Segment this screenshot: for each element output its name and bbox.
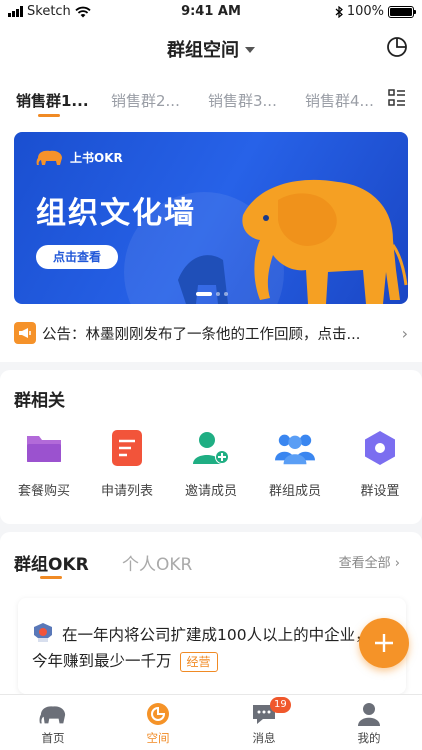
culture-wall-banner[interactable]: 上书OKR 组织文化墙 点击查看 [14, 132, 408, 304]
banner-brand: 上书OKR [36, 148, 123, 166]
okr-objective-item[interactable]: 在一年内将公司扩建成100人以上的中企业，在今年赚到最少一千万 经营 [18, 598, 406, 694]
tab-profile[interactable]: 我的 [339, 701, 399, 746]
tab-group-1[interactable]: 销售群1... [16, 90, 89, 111]
tab-label: 空间 [146, 731, 170, 745]
tab-group-okr[interactable]: 群组OKR [14, 550, 89, 575]
action-label: 群设置 [360, 484, 400, 499]
caret-down-icon [245, 47, 255, 53]
tab-label: 我的 [357, 731, 381, 745]
battery-percent: 100% [346, 4, 384, 19]
action-group-members[interactable]: 群组成员 [255, 428, 335, 499]
tab-home[interactable]: 首页 [23, 701, 83, 746]
bottom-tab-bar: 首页 空间 19 消息 我的 [0, 694, 422, 750]
tab-label: 消息 [252, 731, 276, 745]
action-group-settings[interactable]: 群设置 [340, 428, 420, 499]
pie-chart-icon[interactable] [386, 36, 408, 58]
group-related-card: 群相关 套餐购买 申请列表 邀请成员 群组成员 群设置 [0, 370, 422, 524]
tab-group-4[interactable]: 销售群4... [305, 90, 374, 111]
section-title-group: 群相关 [14, 391, 65, 411]
tab-label: 首页 [41, 731, 65, 745]
add-user-icon [191, 428, 231, 468]
chevron-right-icon: › [401, 324, 408, 343]
objective-tag: 经营 [179, 652, 218, 672]
announcement-bar[interactable]: 公告：林墨刚刚发布了一条他的工作回顾，点击... › [14, 318, 408, 348]
tab-space[interactable]: 空间 [128, 701, 188, 746]
action-label: 邀请成员 [184, 484, 237, 499]
list-menu-icon[interactable] [388, 89, 406, 107]
tab-messages[interactable]: 19 消息 [234, 697, 294, 746]
tab-group-3[interactable]: 销售群3... [208, 90, 277, 111]
top-nav-bar: 群组空间 [0, 24, 422, 72]
members-icon [275, 428, 315, 468]
plus-icon [375, 634, 393, 652]
banner-brand-label: 上书OKR [70, 150, 123, 165]
tab-personal-okr[interactable]: 个人OKR [122, 550, 192, 575]
view-all-link[interactable]: 查看全部 › [339, 552, 400, 571]
carousel-dots [196, 292, 228, 296]
space-switcher[interactable]: 群组空间 [0, 36, 422, 62]
status-right: 100% [335, 4, 416, 19]
megaphone-icon [14, 322, 36, 344]
folder-icon [24, 428, 64, 468]
bluetooth-icon [335, 5, 343, 18]
group-tabs: 销售群1... 销售群2... 销售群3... 销售群4... [0, 72, 422, 124]
elephant-home-icon [39, 701, 67, 727]
tab-group-2[interactable]: 销售群2... [111, 90, 180, 111]
document-list-icon [107, 428, 147, 468]
elephant-illustration [178, 179, 408, 304]
action-label: 群组成员 [268, 484, 321, 499]
action-label: 套餐购买 [17, 484, 70, 499]
action-label: 申请列表 [100, 484, 153, 499]
action-invite-member[interactable]: 邀请成员 [171, 428, 251, 499]
chat-icon: 19 [250, 697, 291, 727]
add-fab-button[interactable] [359, 618, 409, 668]
elephant-logo-icon [36, 150, 62, 165]
person-icon [355, 701, 383, 727]
unread-badge: 19 [270, 697, 291, 713]
okr-tab-indicator [40, 576, 62, 579]
battery-icon [388, 5, 416, 18]
page-title: 群组空间 [167, 40, 239, 61]
action-application-list[interactable]: 申请列表 [87, 428, 167, 499]
space-icon [144, 701, 172, 727]
banner-view-button[interactable]: 点击查看 [36, 245, 118, 269]
hexagon-settings-icon [360, 428, 400, 468]
announcement-text: 公告：林墨刚刚发布了一条他的工作回顾，点击... [42, 326, 361, 343]
view-all-label: 查看全部 [338, 556, 391, 571]
action-package-purchase[interactable]: 套餐购买 [4, 428, 84, 499]
objective-text-block: 在一年内将公司扩建成100人以上的中企业，在今年赚到最少一千万 经营 [32, 622, 392, 674]
status-bar: Sketch 9:41 AM 100% [0, 0, 422, 24]
active-tab-indicator [38, 114, 60, 117]
